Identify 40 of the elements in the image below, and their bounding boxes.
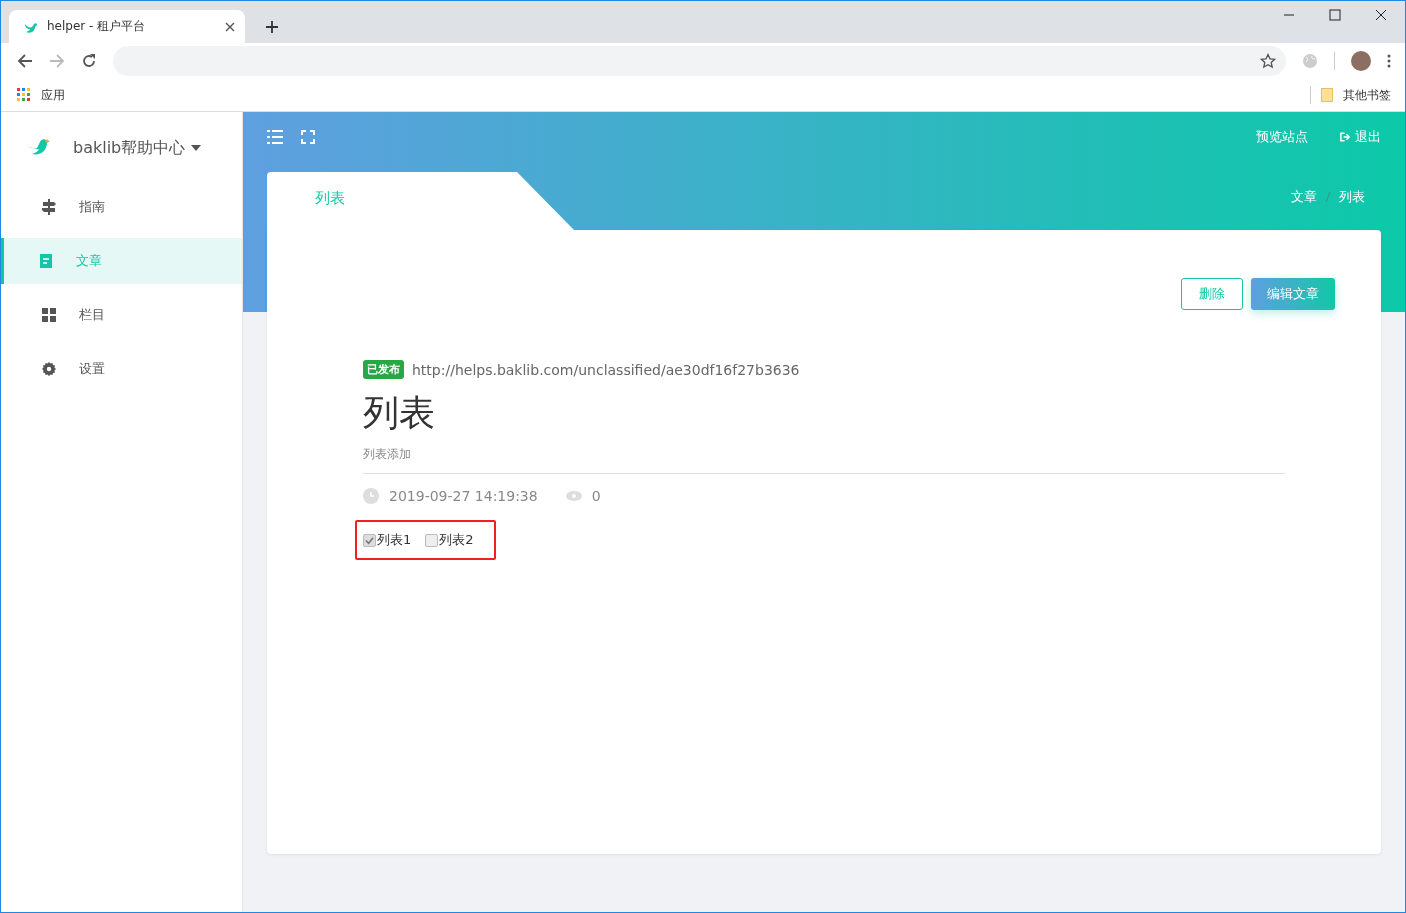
star-icon[interactable]: [1260, 53, 1276, 69]
back-icon[interactable]: [17, 53, 33, 69]
eye-icon: [565, 491, 582, 501]
caret-icon[interactable]: [191, 145, 202, 151]
reload-icon[interactable]: [81, 53, 97, 69]
browser-tab[interactable]: helper - 租户平台: [9, 10, 245, 43]
checklist-item[interactable]: 列表2: [425, 531, 474, 549]
sidebar-item[interactable]: 指南: [1, 184, 242, 230]
checkbox[interactable]: [425, 533, 439, 547]
logout-icon: [1340, 132, 1351, 142]
menu-icon[interactable]: [267, 130, 283, 144]
clock-icon: [363, 488, 379, 504]
grid-icon: [41, 307, 57, 323]
article-url[interactable]: http://helps.baklib.com/unclassified/ae30df16f27b3636: [412, 361, 800, 378]
article-summary: 列表添加: [363, 446, 1285, 474]
folder-icon: [1321, 88, 1333, 102]
document-icon: [38, 253, 54, 269]
apps-icon: [17, 88, 31, 102]
article-title: 列表: [363, 391, 436, 435]
fullscreen-icon[interactable]: [301, 130, 315, 144]
avatar[interactable]: [1351, 51, 1371, 71]
tab-title: helper - 租户平台: [47, 18, 147, 35]
close-icon[interactable]: [1375, 9, 1387, 21]
signpost-icon: [41, 199, 57, 215]
settings-icon: [41, 361, 57, 377]
bookmark-link[interactable]: 应用: [17, 86, 65, 104]
maximize-icon[interactable]: [1329, 9, 1341, 21]
more-icon[interactable]: [1387, 54, 1391, 68]
new-tab-icon[interactable]: [265, 20, 279, 34]
view-count: 0: [591, 488, 601, 504]
checklist-item[interactable]: 列表1: [363, 531, 412, 549]
status-badge: 已发布: [363, 360, 404, 379]
site-switcher[interactable]: baklib帮助中心: [73, 137, 186, 159]
publish-date: 2019-09-27 14:19:38: [389, 488, 538, 504]
bookmark-link[interactable]: 其他书签: [1321, 86, 1391, 104]
checkbox[interactable]: [363, 533, 376, 547]
close-icon[interactable]: [225, 21, 235, 32]
breadcrumb-separator-icon: [1325, 191, 1331, 203]
sidebar-item[interactable]: 设置: [1, 346, 242, 392]
sidebar-item[interactable]: 栏目: [1, 292, 242, 338]
